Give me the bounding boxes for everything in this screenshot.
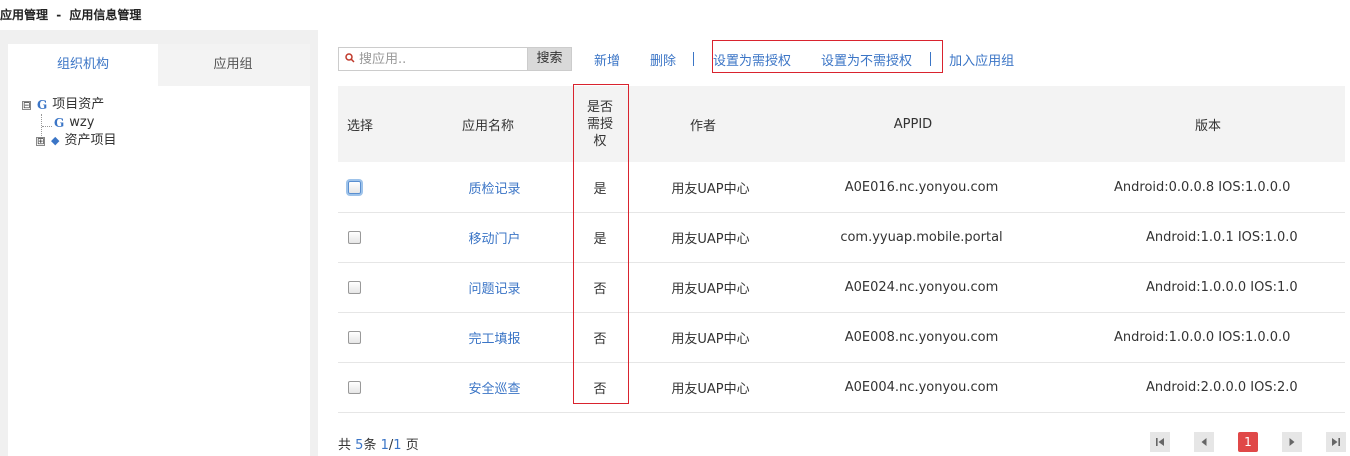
- app-name-link[interactable]: 完工填报: [468, 328, 520, 347]
- table-row[interactable]: 质检记录 是 用友UAP中心 A0E016.nc.yonyou.com Andr…: [338, 162, 1345, 213]
- diamond-icon: ◆: [51, 134, 60, 147]
- last-page-button[interactable]: [1326, 432, 1346, 452]
- col-version: 版本: [1194, 118, 1221, 134]
- table-row[interactable]: 问题记录 否 用友UAP中心 A0E024.nc.yonyou.com Andr…: [338, 262, 1345, 313]
- breadcrumb: 应用管理 - 应用信息管理: [0, 6, 141, 23]
- right-panel: 搜索 新增 删除 设置为需授权 设置为不需授权 加入应用组 选择 应用名称 是否…: [318, 30, 1350, 456]
- author-value: 用友UAP中心: [671, 231, 750, 247]
- tree-node-label[interactable]: wzy: [69, 114, 94, 132]
- tree-node-label[interactable]: 项目资产: [52, 96, 104, 114]
- row-checkbox[interactable]: [347, 230, 361, 244]
- prev-page-button[interactable]: [1194, 432, 1214, 452]
- search-icon: [345, 52, 355, 66]
- toolbar-divider: [693, 52, 695, 66]
- breadcrumb-separator: -: [56, 8, 62, 22]
- org-icon: G: [37, 98, 48, 112]
- version-value: Android:1.0.0.0 IOS:1.0.0.0: [1114, 329, 1291, 345]
- tree-node-child[interactable]: G wzy: [22, 114, 310, 132]
- appid-value: A0E004.nc.yonyou.com: [844, 379, 999, 395]
- author-value: 用友UAP中心: [671, 181, 750, 197]
- highlight-box: [712, 40, 943, 73]
- left-tabs: 组织机构 应用组: [8, 44, 310, 86]
- highlight-box: [573, 84, 629, 404]
- table-row[interactable]: 安全巡查 否 用友UAP中心 A0E004.nc.yonyou.com Andr…: [338, 362, 1345, 413]
- version-value: Android:1.0.0.0 IOS:1.0: [1146, 279, 1298, 295]
- footer-page-unit: 页: [405, 438, 419, 453]
- tree-node-label[interactable]: 资产项目: [64, 132, 116, 150]
- footer-pages: 1: [393, 438, 402, 453]
- last-page-icon: [1332, 438, 1340, 446]
- add-to-group-button[interactable]: 加入应用组: [949, 50, 1014, 69]
- breadcrumb-module: 应用管理: [0, 8, 49, 22]
- row-checkbox[interactable]: [347, 180, 361, 194]
- tree-node-root[interactable]: ⊟ G 项目资产: [22, 96, 310, 114]
- search-box: [338, 47, 528, 71]
- version-value: Android:1.0.1 IOS:1.0.0: [1146, 229, 1298, 245]
- first-page-button[interactable]: [1150, 432, 1170, 452]
- app-name-link[interactable]: 质检记录: [468, 178, 520, 197]
- row-checkbox[interactable]: [347, 380, 361, 394]
- next-page-button[interactable]: [1282, 432, 1302, 452]
- collapse-icon[interactable]: ⊟: [22, 100, 31, 110]
- table-header: 选择 应用名称 是否 需授 权 作者 APPID 版本: [338, 86, 1345, 162]
- table-row[interactable]: 完工填报 否 用友UAP中心 A0E008.nc.yonyou.com Andr…: [338, 312, 1345, 363]
- appid-value: A0E016.nc.yonyou.com: [844, 179, 999, 195]
- search-button[interactable]: 搜索: [528, 47, 572, 71]
- add-button[interactable]: 新增: [594, 50, 620, 69]
- footer-page: 1: [380, 438, 389, 453]
- footer-prefix: 共: [338, 438, 352, 453]
- version-value: Android:0.0.0.8 IOS:1.0.0.0: [1114, 179, 1291, 195]
- app-name-link[interactable]: 问题记录: [468, 278, 520, 297]
- left-panel: 组织机构 应用组 ⊟ G 项目资产 G wzy ⊞ ◆ 资产项目: [8, 44, 310, 456]
- tab-app-group[interactable]: 应用组: [158, 44, 308, 86]
- version-value: Android:2.0.0.0 IOS:2.0: [1146, 379, 1298, 395]
- row-checkbox[interactable]: [347, 330, 361, 344]
- row-checkbox[interactable]: [347, 280, 361, 294]
- col-name: 应用名称: [461, 118, 514, 134]
- first-page-icon: [1156, 438, 1164, 446]
- author-value: 用友UAP中心: [671, 281, 750, 297]
- col-author: 作者: [689, 118, 716, 134]
- col-select: 选择: [346, 118, 373, 134]
- current-page[interactable]: 1: [1238, 432, 1258, 452]
- prev-page-icon: [1201, 438, 1207, 446]
- next-page-icon: [1289, 438, 1295, 446]
- pagination-summary: 共 5条 1/1 页: [338, 434, 419, 453]
- app-name-link[interactable]: 移动门户: [468, 228, 520, 247]
- content-area: 组织机构 应用组 ⊟ G 项目资产 G wzy ⊞ ◆ 资产项目 搜应用.. 搜…: [0, 30, 1350, 456]
- author-value: 用友UAP中心: [671, 381, 750, 397]
- table-row[interactable]: 移动门户 是 用友UAP中心 com.yyuap.mobile.portal A…: [338, 212, 1345, 263]
- search-input[interactable]: [359, 51, 519, 67]
- footer-unit: 条: [363, 438, 377, 453]
- org-tree: ⊟ G 项目资产 G wzy ⊞ ◆ 资产项目: [8, 86, 310, 150]
- app-name-link[interactable]: 安全巡查: [468, 378, 520, 397]
- appid-value: A0E024.nc.yonyou.com: [844, 279, 999, 295]
- org-icon: G: [54, 116, 65, 130]
- tree-node-group[interactable]: ⊞ ◆ 资产项目: [22, 132, 310, 150]
- appid-value: A0E008.nc.yonyou.com: [844, 329, 999, 345]
- author-value: 用友UAP中心: [671, 331, 750, 347]
- delete-button[interactable]: 删除: [650, 50, 676, 69]
- expand-icon[interactable]: ⊞: [36, 136, 45, 146]
- tab-org[interactable]: 组织机构: [8, 44, 158, 86]
- col-appid: APPID: [893, 116, 933, 132]
- appid-value: com.yyuap.mobile.portal: [840, 229, 1003, 245]
- breadcrumb-page: 应用信息管理: [69, 8, 142, 22]
